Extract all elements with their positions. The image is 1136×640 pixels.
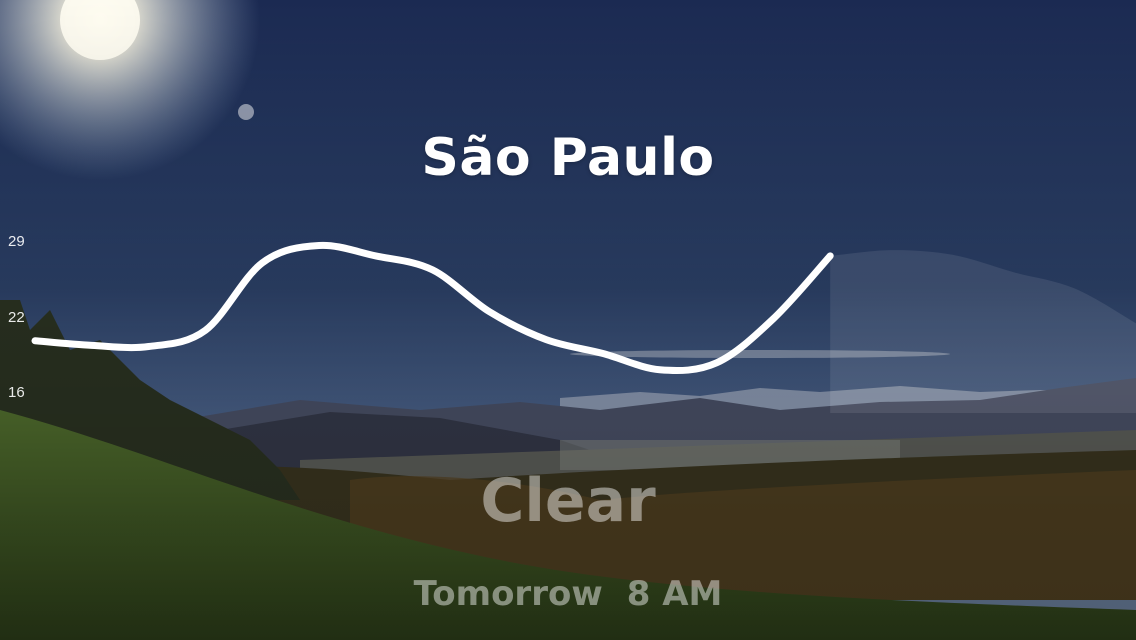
weather-condition: Clear	[480, 466, 656, 536]
y-tick-label: 22	[8, 309, 25, 326]
future-forecast-area	[830, 250, 1136, 413]
forecast-hour: 8 AM	[626, 574, 723, 614]
city-name: São Paulo	[421, 128, 715, 188]
forecast-day: Tomorrow	[413, 574, 603, 614]
y-tick-label: 16	[8, 384, 25, 401]
temperature-line	[31, 241, 834, 375]
temperature-chart	[31, 241, 1136, 413]
y-tick-label: 29	[8, 233, 25, 250]
forecast-time-row: Tomorrow 8 AM	[0, 574, 1136, 614]
